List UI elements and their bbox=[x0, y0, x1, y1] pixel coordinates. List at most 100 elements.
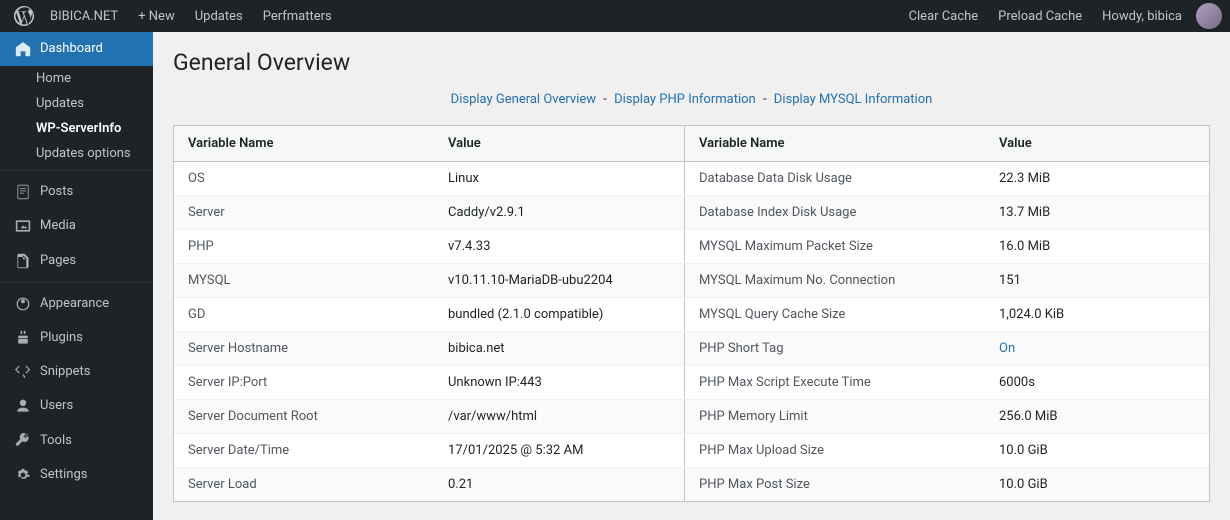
display-general-overview-link[interactable]: Display General Overview bbox=[451, 92, 596, 107]
site-name[interactable]: BIBICA.NET bbox=[40, 0, 128, 32]
display-links: Display General Overview - Display PHP I… bbox=[173, 92, 1210, 107]
var-name-right: MYSQL Maximum Packet Size bbox=[685, 229, 985, 263]
posts-label: Posts bbox=[40, 183, 73, 201]
users-icon bbox=[14, 397, 32, 415]
table-body: OSLinuxDatabase Data Disk Usage22.3 MiBS… bbox=[174, 161, 1209, 501]
var-value-left: Caddy/v2.9.1 bbox=[434, 195, 684, 229]
var-value-right: 13.7 MiB bbox=[985, 195, 1209, 229]
table-row: Server Load0.21PHP Max Post Size10.0 GiB bbox=[174, 467, 1209, 501]
menu-separator-2 bbox=[0, 282, 153, 283]
var-value-right: 16.0 MiB bbox=[985, 229, 1209, 263]
var-value-left: bibica.net bbox=[434, 331, 684, 365]
dashboard-label: Dashboard bbox=[40, 40, 103, 58]
dashboard-icon bbox=[14, 40, 32, 58]
preload-cache-button[interactable]: Preload Cache bbox=[988, 0, 1092, 32]
col-header-val2: Value bbox=[985, 126, 1209, 162]
var-name-left: Server IP:Port bbox=[174, 365, 434, 399]
var-value-right: 10.0 GiB bbox=[985, 467, 1209, 501]
snippets-icon bbox=[14, 363, 32, 381]
var-value-right: 22.3 MiB bbox=[985, 161, 1209, 195]
main-content: General Overview Display General Overvie… bbox=[153, 32, 1230, 520]
media-label: Media bbox=[40, 217, 76, 235]
col-header-var1: Variable Name bbox=[174, 126, 434, 162]
var-name-right: PHP Max Post Size bbox=[685, 467, 985, 501]
pages-icon bbox=[14, 252, 32, 270]
plugins-icon bbox=[14, 329, 32, 347]
appearance-label: Appearance bbox=[40, 295, 109, 313]
sidebar-item-updates[interactable]: Updates bbox=[0, 91, 153, 116]
table-row: PHPv7.4.33MYSQL Maximum Packet Size16.0 … bbox=[174, 229, 1209, 263]
perfmatters-adminbar[interactable]: Perfmatters bbox=[253, 0, 342, 32]
clear-cache-button[interactable]: Clear Cache bbox=[899, 0, 989, 32]
var-name-right: PHP Short Tag bbox=[685, 331, 985, 365]
media-icon bbox=[14, 217, 32, 235]
settings-label: Settings bbox=[40, 466, 87, 484]
var-name-left: Server Document Root bbox=[174, 399, 434, 433]
var-name-left: Server Load bbox=[174, 467, 434, 501]
table-row: Server Hostnamebibica.netPHP Short TagOn bbox=[174, 331, 1209, 365]
table-row: Server Document Root/var/www/htmlPHP Mem… bbox=[174, 399, 1209, 433]
plugins-label: Plugins bbox=[40, 329, 83, 347]
var-value-right: 10.0 GiB bbox=[985, 433, 1209, 467]
var-value-left: v10.11.10-MariaDB-ubu2204 bbox=[434, 263, 684, 297]
sidebar-item-updates-options[interactable]: Updates options bbox=[0, 141, 153, 166]
var-value-left: bundled (2.1.0 compatible) bbox=[434, 297, 684, 331]
table-row: GDbundled (2.1.0 compatible)MYSQL Query … bbox=[174, 297, 1209, 331]
var-value-right: 256.0 MiB bbox=[985, 399, 1209, 433]
sidebar-item-pages[interactable]: Pages bbox=[0, 244, 153, 278]
new-content-button[interactable]: + New bbox=[128, 0, 185, 32]
page-content: General Overview Display General Overvie… bbox=[153, 32, 1230, 520]
pages-label: Pages bbox=[40, 252, 76, 270]
var-name-left: Server Date/Time bbox=[174, 433, 434, 467]
adminbar-right: Clear Cache Preload Cache Howdy, bibica bbox=[899, 0, 1222, 32]
col-header-val1: Value bbox=[434, 126, 684, 162]
var-name-right: Database Index Disk Usage bbox=[685, 195, 985, 229]
var-name-left: MYSQL bbox=[174, 263, 434, 297]
sidebar-item-dashboard[interactable]: Dashboard bbox=[0, 32, 153, 66]
table-row: Server Date/Time17/01/2025 @ 5:32 AMPHP … bbox=[174, 433, 1209, 467]
table-row: MYSQLv10.11.10-MariaDB-ubu2204MYSQL Maxi… bbox=[174, 263, 1209, 297]
var-value-left: Unknown IP:443 bbox=[434, 365, 684, 399]
page-title: General Overview bbox=[173, 48, 1210, 78]
sidebar-item-users[interactable]: Users bbox=[0, 389, 153, 423]
tools-icon bbox=[14, 432, 32, 450]
sidebar-item-wp-serverinfo[interactable]: WP-ServerInfo bbox=[0, 116, 153, 141]
var-value-right: On bbox=[985, 331, 1209, 365]
display-php-info-link[interactable]: Display PHP Information bbox=[614, 92, 756, 107]
howdy-user[interactable]: Howdy, bibica bbox=[1092, 0, 1192, 32]
table-row: Server IP:PortUnknown IP:443PHP Max Scri… bbox=[174, 365, 1209, 399]
var-name-left: PHP bbox=[174, 229, 434, 263]
info-table: Variable Name Value Variable Name Value … bbox=[174, 126, 1209, 501]
var-value-left: 0.21 bbox=[434, 467, 684, 501]
updates-adminbar[interactable]: Updates bbox=[185, 0, 253, 32]
menu-separator-1 bbox=[0, 170, 153, 171]
sidebar-item-home[interactable]: Home bbox=[0, 66, 153, 91]
var-name-right: MYSQL Maximum No. Connection bbox=[685, 263, 985, 297]
sidebar-item-appearance[interactable]: Appearance bbox=[0, 287, 153, 321]
info-table-wrap: Variable Name Value Variable Name Value … bbox=[173, 125, 1210, 502]
appearance-icon bbox=[14, 295, 32, 313]
snippets-label: Snippets bbox=[40, 363, 91, 381]
sidebar-item-posts[interactable]: Posts bbox=[0, 175, 153, 209]
admin-bar: BIBICA.NET + New Updates Perfmatters Cle… bbox=[0, 0, 1230, 32]
var-name-right: Database Data Disk Usage bbox=[685, 161, 985, 195]
var-name-right: PHP Memory Limit bbox=[685, 399, 985, 433]
sidebar-item-snippets[interactable]: Snippets bbox=[0, 355, 153, 389]
sidebar-item-plugins[interactable]: Plugins bbox=[0, 321, 153, 355]
avatar[interactable] bbox=[1196, 3, 1222, 29]
var-name-left: OS bbox=[174, 161, 434, 195]
var-value-left: 17/01/2025 @ 5:32 AM bbox=[434, 433, 684, 467]
table-row: OSLinuxDatabase Data Disk Usage22.3 MiB bbox=[174, 161, 1209, 195]
tools-label: Tools bbox=[40, 432, 72, 450]
var-name-left: Server bbox=[174, 195, 434, 229]
var-value-right: 1,024.0 KiB bbox=[985, 297, 1209, 331]
posts-icon bbox=[14, 183, 32, 201]
sidebar-item-media[interactable]: Media bbox=[0, 209, 153, 243]
var-value-left: Linux bbox=[434, 161, 684, 195]
users-label: Users bbox=[40, 397, 73, 415]
table-row: ServerCaddy/v2.9.1Database Index Disk Us… bbox=[174, 195, 1209, 229]
sidebar-item-tools[interactable]: Tools bbox=[0, 424, 153, 458]
wp-logo[interactable] bbox=[8, 0, 40, 32]
sidebar-item-settings[interactable]: Settings bbox=[0, 458, 153, 492]
display-mysql-info-link[interactable]: Display MYSQL Information bbox=[774, 92, 933, 107]
